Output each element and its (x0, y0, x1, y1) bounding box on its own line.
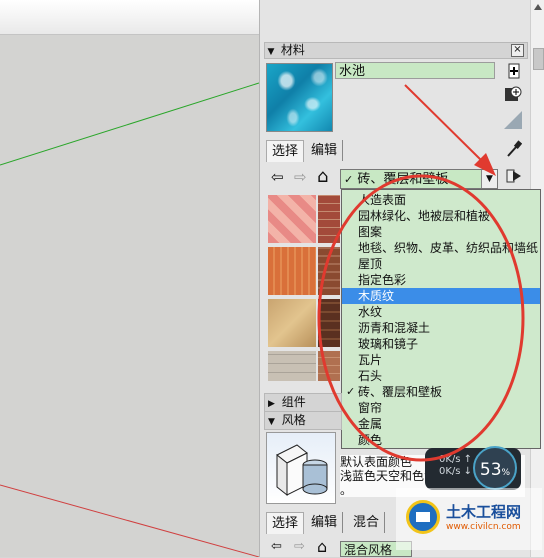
category-option[interactable]: 人造表面 (342, 192, 540, 208)
styles-title: 风格 (281, 413, 306, 427)
category-option-label: 颜色 (358, 433, 383, 447)
category-option-label: 石头 (358, 369, 383, 383)
material-tile[interactable] (268, 195, 316, 243)
category-option-label: 瓦片 (358, 353, 383, 367)
tab-styles-mix[interactable]: 混合 (348, 512, 386, 533)
category-option-label: 玻璃和镜子 (358, 337, 419, 351)
materials-title: 材料 (280, 43, 305, 57)
green-axis-line (0, 82, 259, 166)
category-option[interactable]: 石头 (342, 368, 540, 384)
network-speed-widget[interactable]: 0K/s ↑ 0K/s ↓ 53% (425, 446, 521, 490)
styles-tabs: 选择 编辑 混合 (266, 512, 406, 534)
expand-icon: ▶ (268, 399, 275, 409)
create-material-icon[interactable] (505, 63, 523, 81)
watermark-logo-icon (406, 500, 440, 534)
material-tile[interactable] (268, 247, 316, 295)
category-option-label: 人造表面 (358, 193, 407, 207)
display-secondary-pane-icon[interactable] (504, 85, 522, 103)
category-option-label: 砖、覆层和壁板 (358, 385, 443, 399)
scroll-thumb[interactable] (533, 48, 544, 70)
material-tile[interactable] (318, 351, 340, 381)
category-option[interactable]: 园林绿化、地被层和植被 (342, 208, 540, 224)
eyedropper-icon[interactable] (505, 140, 523, 158)
category-option[interactable]: 金属 (342, 416, 540, 432)
material-preview-swatch[interactable] (266, 63, 333, 132)
material-tile[interactable] (318, 299, 340, 347)
category-option-label: 屋顶 (358, 257, 383, 271)
material-tile[interactable] (318, 247, 340, 295)
close-icon[interactable]: × (511, 44, 524, 57)
category-option[interactable]: ✓ 砖、覆层和壁板 (342, 384, 540, 400)
model-viewport[interactable] (0, 0, 259, 557)
category-option[interactable]: 瓦片 (342, 352, 540, 368)
scroll-up-icon[interactable] (534, 4, 542, 10)
tab-styles-edit[interactable]: 编辑 (306, 512, 344, 533)
category-option[interactable]: 木质纹 (342, 288, 540, 304)
category-option[interactable]: 图案 (342, 224, 540, 240)
watermark: 土木工程网 www.civilcn.com (396, 488, 542, 550)
back-icon[interactable]: ⇦ (271, 539, 282, 554)
memory-usage-gauge: 53% (473, 446, 517, 490)
network-speed: 0K/s ↑ 0K/s ↓ (439, 454, 473, 477)
category-option[interactable]: 沥青和混凝土 (342, 320, 540, 336)
category-option-label: 窗帘 (358, 401, 383, 415)
category-option[interactable]: 地毯、织物、皮革、纺织品和墙纸 (342, 240, 540, 256)
styles-header[interactable]: ▼ 风格 (264, 411, 342, 430)
collapse-icon: ▼ (268, 417, 275, 427)
chevron-down-icon[interactable]: ▼ (481, 170, 497, 188)
watermark-title: 土木工程网 (446, 503, 522, 521)
category-option[interactable]: 颜色 (342, 432, 540, 448)
material-tile[interactable] (268, 351, 316, 381)
check-icon: ✓ (346, 385, 356, 398)
home-icon[interactable]: ⌂ (317, 166, 328, 187)
tab-select[interactable]: 选择 (266, 140, 305, 162)
style-preview-thumbnail[interactable] (266, 432, 336, 504)
category-option[interactable]: 屋顶 (342, 256, 540, 272)
red-axis-line (0, 484, 259, 557)
forward-icon[interactable]: ⇨ (294, 539, 305, 554)
material-thumbnails (266, 193, 340, 381)
components-header[interactable]: ▶ 组件 (264, 393, 342, 412)
components-title: 组件 (281, 395, 306, 409)
collapse-icon: ▼ (267, 47, 275, 57)
category-option-label: 水纹 (358, 305, 383, 319)
materials-tabs: 选择 编辑 (266, 140, 366, 162)
category-option[interactable]: 玻璃和镜子 (342, 336, 540, 352)
category-select[interactable]: ✓ 砖、覆层和壁板 ▼ (340, 169, 498, 189)
watermark-url: www.civilcn.com (446, 522, 521, 532)
category-dropdown-list[interactable]: 人造表面园林绿化、地被层和植被 图案地毯、织物、皮革、纺织品和墙纸 屋顶指定色彩木质… (341, 189, 541, 449)
material-tile[interactable] (268, 299, 316, 347)
category-option[interactable]: 窗帘 (342, 400, 540, 416)
download-speed: 0K/s (439, 466, 461, 477)
category-option-label: 图案 (358, 225, 383, 239)
category-option-label: 园林绿化、地被层和植被 (358, 209, 491, 223)
material-tile[interactable] (318, 195, 340, 243)
category-option-label: 木质纹 (358, 289, 395, 303)
upload-speed: 0K/s (439, 454, 461, 465)
category-option-label: 指定色彩 (358, 273, 407, 287)
default-material-icon[interactable] (503, 110, 522, 129)
back-icon[interactable]: ⇦ (271, 168, 284, 186)
category-option-label: 沥青和混凝土 (358, 321, 431, 335)
forward-icon[interactable]: ⇨ (294, 168, 307, 186)
category-option-label: 地毯、织物、皮革、纺织品和墙纸 (358, 241, 539, 255)
category-option[interactable]: 指定色彩 (342, 272, 540, 288)
category-option[interactable]: 水纹 (342, 304, 540, 320)
tab-styles-select[interactable]: 选择 (266, 512, 305, 534)
tab-edit[interactable]: 编辑 (306, 140, 344, 161)
material-name-field[interactable]: 水池 (335, 62, 495, 79)
materials-header[interactable]: ▼ 材料 × (264, 42, 528, 59)
category-selected-label: 砖、覆层和壁板 (357, 172, 449, 187)
memory-percent: 53 (479, 460, 502, 480)
category-option-label: 金属 (358, 417, 383, 431)
details-arrow-icon[interactable] (505, 168, 523, 186)
percent-unit: % (501, 468, 511, 478)
check-icon: ✓ (344, 173, 354, 186)
home-icon[interactable]: ⌂ (317, 537, 327, 556)
axis-lines (0, 82, 259, 557)
